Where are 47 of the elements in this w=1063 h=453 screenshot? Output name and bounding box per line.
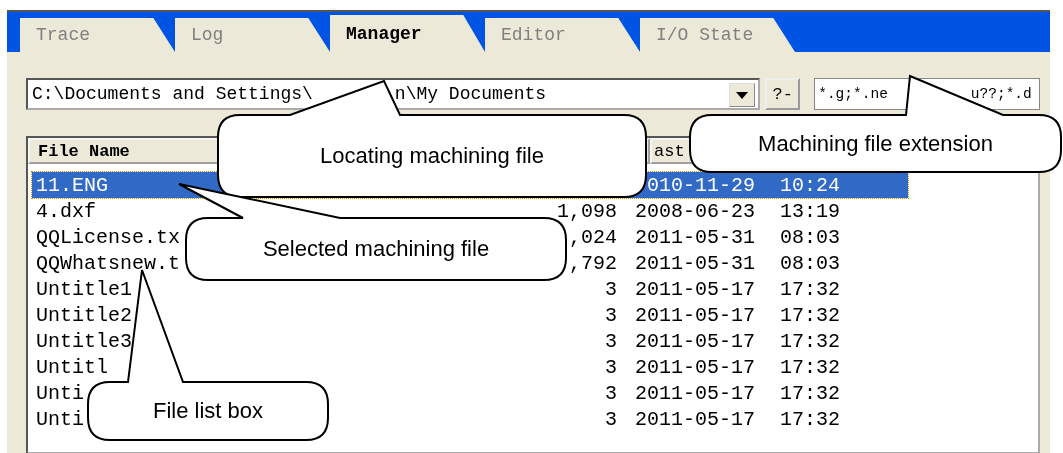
file-size: 3 bbox=[604, 381, 617, 405]
file-size: ,792 bbox=[568, 251, 617, 275]
file-time: 08:03 bbox=[779, 225, 841, 249]
path-text: C:\Documents and Settings\ bbox=[32, 84, 313, 104]
dropdown-caret-icon[interactable] bbox=[729, 83, 756, 107]
file-time: 10:24 bbox=[779, 173, 841, 197]
file-size: 3 bbox=[604, 303, 617, 327]
extension-text: u??;*.d bbox=[970, 86, 1032, 102]
file-date: 2011-05-17 bbox=[633, 303, 755, 327]
file-date: 2011-05-31 bbox=[633, 225, 755, 249]
file-date: 2011-05-31 bbox=[633, 251, 755, 275]
file-name[interactable]: 11.ENG bbox=[36, 173, 108, 197]
file-date: 010-11-29 bbox=[645, 173, 755, 197]
file-time: 17:32 bbox=[779, 355, 841, 379]
file-name[interactable]: Unti bbox=[36, 407, 84, 431]
file-date: 2011-05-17 bbox=[633, 329, 755, 353]
file-time: 17:32 bbox=[779, 303, 841, 327]
file-size: 3 bbox=[604, 355, 617, 379]
path-text: n\My Documents bbox=[394, 84, 547, 104]
path-dropdown[interactable]: C:\Documents and Settings\ n\My Documents bbox=[26, 78, 761, 110]
file-time: 17:32 bbox=[779, 329, 841, 353]
file-date: 2011-05-17 bbox=[633, 277, 755, 301]
file-size: ,024 bbox=[568, 225, 617, 249]
file-time: 08:03 bbox=[779, 251, 841, 275]
file-date: 2011-05-17 bbox=[633, 407, 755, 431]
file-name[interactable]: Untitle2 bbox=[36, 303, 132, 327]
file-date: 2008-06-23 bbox=[633, 199, 755, 223]
file-name[interactable]: QQWhatsnew.t bbox=[36, 251, 181, 275]
file-time: 17:32 bbox=[779, 277, 841, 301]
file-time: 17:32 bbox=[779, 381, 841, 405]
file-date: 2011-05-17 bbox=[633, 381, 755, 405]
file-name[interactable]: Untitl bbox=[36, 355, 108, 379]
file-size: 3 bbox=[604, 277, 617, 301]
file-name[interactable]: Untitle3 bbox=[36, 329, 132, 353]
file-date: 2011-05-17 bbox=[633, 355, 755, 379]
file-time: 13:19 bbox=[779, 199, 841, 223]
file-name[interactable]: Untitle1 bbox=[36, 277, 132, 301]
file-name[interactable]: 4.dxf bbox=[36, 199, 96, 223]
tab[interactable]: Manager bbox=[330, 15, 485, 52]
file-time: 17:32 bbox=[779, 407, 841, 431]
file-name[interactable]: Unti bbox=[36, 381, 84, 405]
file-size: 3 bbox=[604, 329, 617, 353]
help-button[interactable]: ?- bbox=[765, 78, 801, 110]
file-name[interactable]: QQLicense.tx bbox=[36, 225, 181, 249]
file-size: 3 bbox=[604, 407, 617, 431]
extension-text: *.g;*.ne bbox=[818, 86, 888, 102]
file-size: 1,098 bbox=[556, 199, 617, 223]
